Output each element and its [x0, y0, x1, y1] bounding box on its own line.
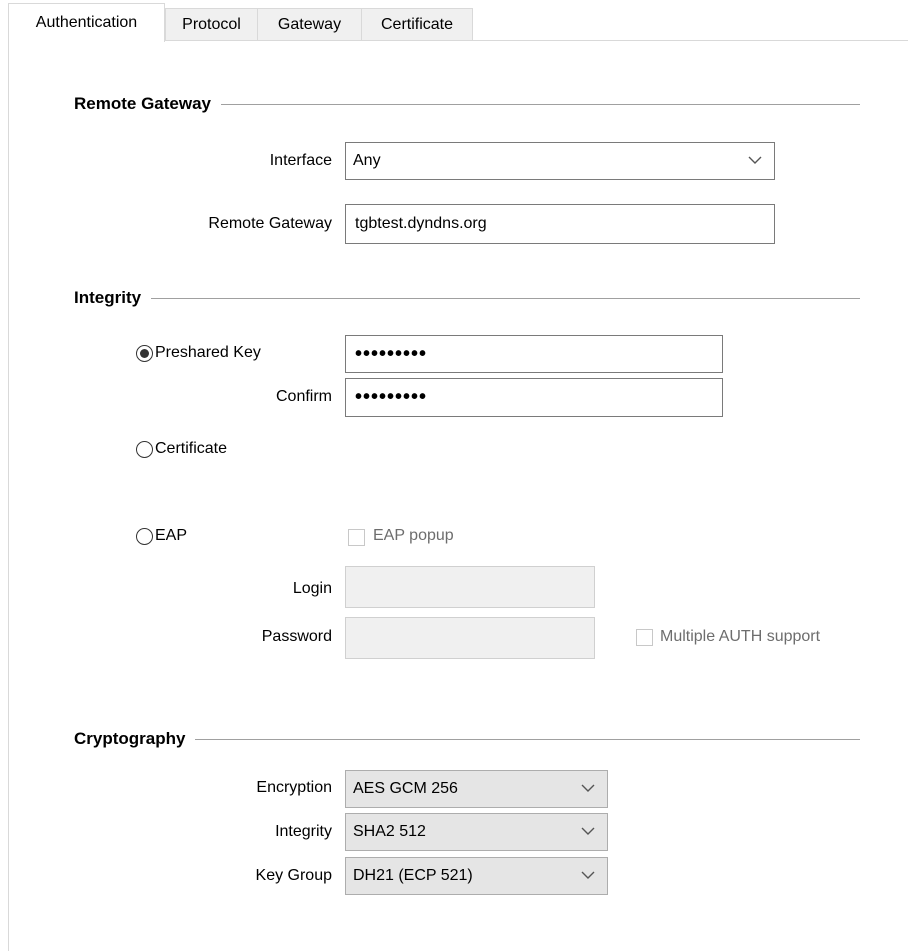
- certificate-radio[interactable]: [136, 441, 153, 458]
- key-group-label: Key Group: [255, 867, 332, 884]
- tab-label: Protocol: [182, 16, 241, 33]
- tab-bar: Authentication Protocol Gateway Certific…: [0, 0, 908, 42]
- certificate-label: Certificate: [155, 440, 228, 457]
- group-divider: [74, 298, 860, 299]
- preshared-key-input[interactable]: •••••••••: [345, 335, 723, 373]
- eap-radio[interactable]: [136, 528, 153, 545]
- remote-gateway-input[interactable]: tgbtest.dyndns.org: [345, 204, 775, 244]
- login-input[interactable]: [345, 566, 595, 608]
- preshared-key-value: •••••••••: [355, 342, 428, 365]
- group-title-integrity: Integrity: [74, 288, 152, 308]
- group-title-cryptography: Cryptography: [74, 729, 196, 749]
- multiple-auth-checkbox[interactable]: [636, 629, 653, 646]
- chevron-down-icon: [581, 871, 595, 879]
- eap-popup-checkbox[interactable]: [348, 529, 365, 546]
- confirm-label: Confirm: [275, 388, 332, 405]
- encryption-select[interactable]: AES GCM 256: [345, 770, 608, 808]
- integrity-algo-label: Integrity: [275, 823, 332, 840]
- tab-label: Authentication: [35, 14, 138, 31]
- tab-gateway[interactable]: Gateway: [257, 8, 362, 41]
- interface-value: Any: [353, 152, 381, 169]
- preshared-key-label: Preshared Key: [155, 344, 261, 361]
- chevron-down-icon: [748, 156, 762, 164]
- remote-gateway-label: Remote Gateway: [208, 215, 332, 232]
- eap-label: EAP: [155, 527, 188, 544]
- login-label: Login: [292, 580, 332, 597]
- tab-protocol[interactable]: Protocol: [165, 8, 258, 41]
- confirm-key-input[interactable]: •••••••••: [345, 378, 723, 417]
- multiple-auth-label: Multiple AUTH support: [660, 628, 821, 645]
- encryption-value: AES GCM 256: [353, 780, 458, 797]
- tab-authentication[interactable]: Authentication: [8, 3, 165, 42]
- tab-label: Gateway: [277, 16, 342, 33]
- key-group-value: DH21 (ECP 521): [353, 867, 473, 884]
- chevron-down-icon: [581, 827, 595, 835]
- encryption-label: Encryption: [256, 779, 332, 796]
- eap-popup-label: EAP popup: [373, 527, 454, 544]
- integrity-select[interactable]: SHA2 512: [345, 813, 608, 851]
- password-label: Password: [261, 628, 332, 645]
- password-input[interactable]: [345, 617, 595, 659]
- confirm-key-value: •••••••••: [355, 386, 428, 408]
- integrity-value: SHA2 512: [353, 823, 426, 840]
- tab-certificate[interactable]: Certificate: [361, 8, 473, 41]
- group-title-remote-gateway: Remote Gateway: [74, 94, 221, 114]
- chevron-down-icon: [581, 784, 595, 792]
- interface-label: Interface: [269, 152, 332, 169]
- preshared-key-radio[interactable]: [136, 345, 153, 362]
- tab-label: Certificate: [380, 16, 454, 33]
- remote-gateway-value: tgbtest.dyndns.org: [355, 215, 487, 232]
- key-group-select[interactable]: DH21 (ECP 521): [345, 857, 608, 895]
- interface-select[interactable]: Any: [345, 142, 775, 180]
